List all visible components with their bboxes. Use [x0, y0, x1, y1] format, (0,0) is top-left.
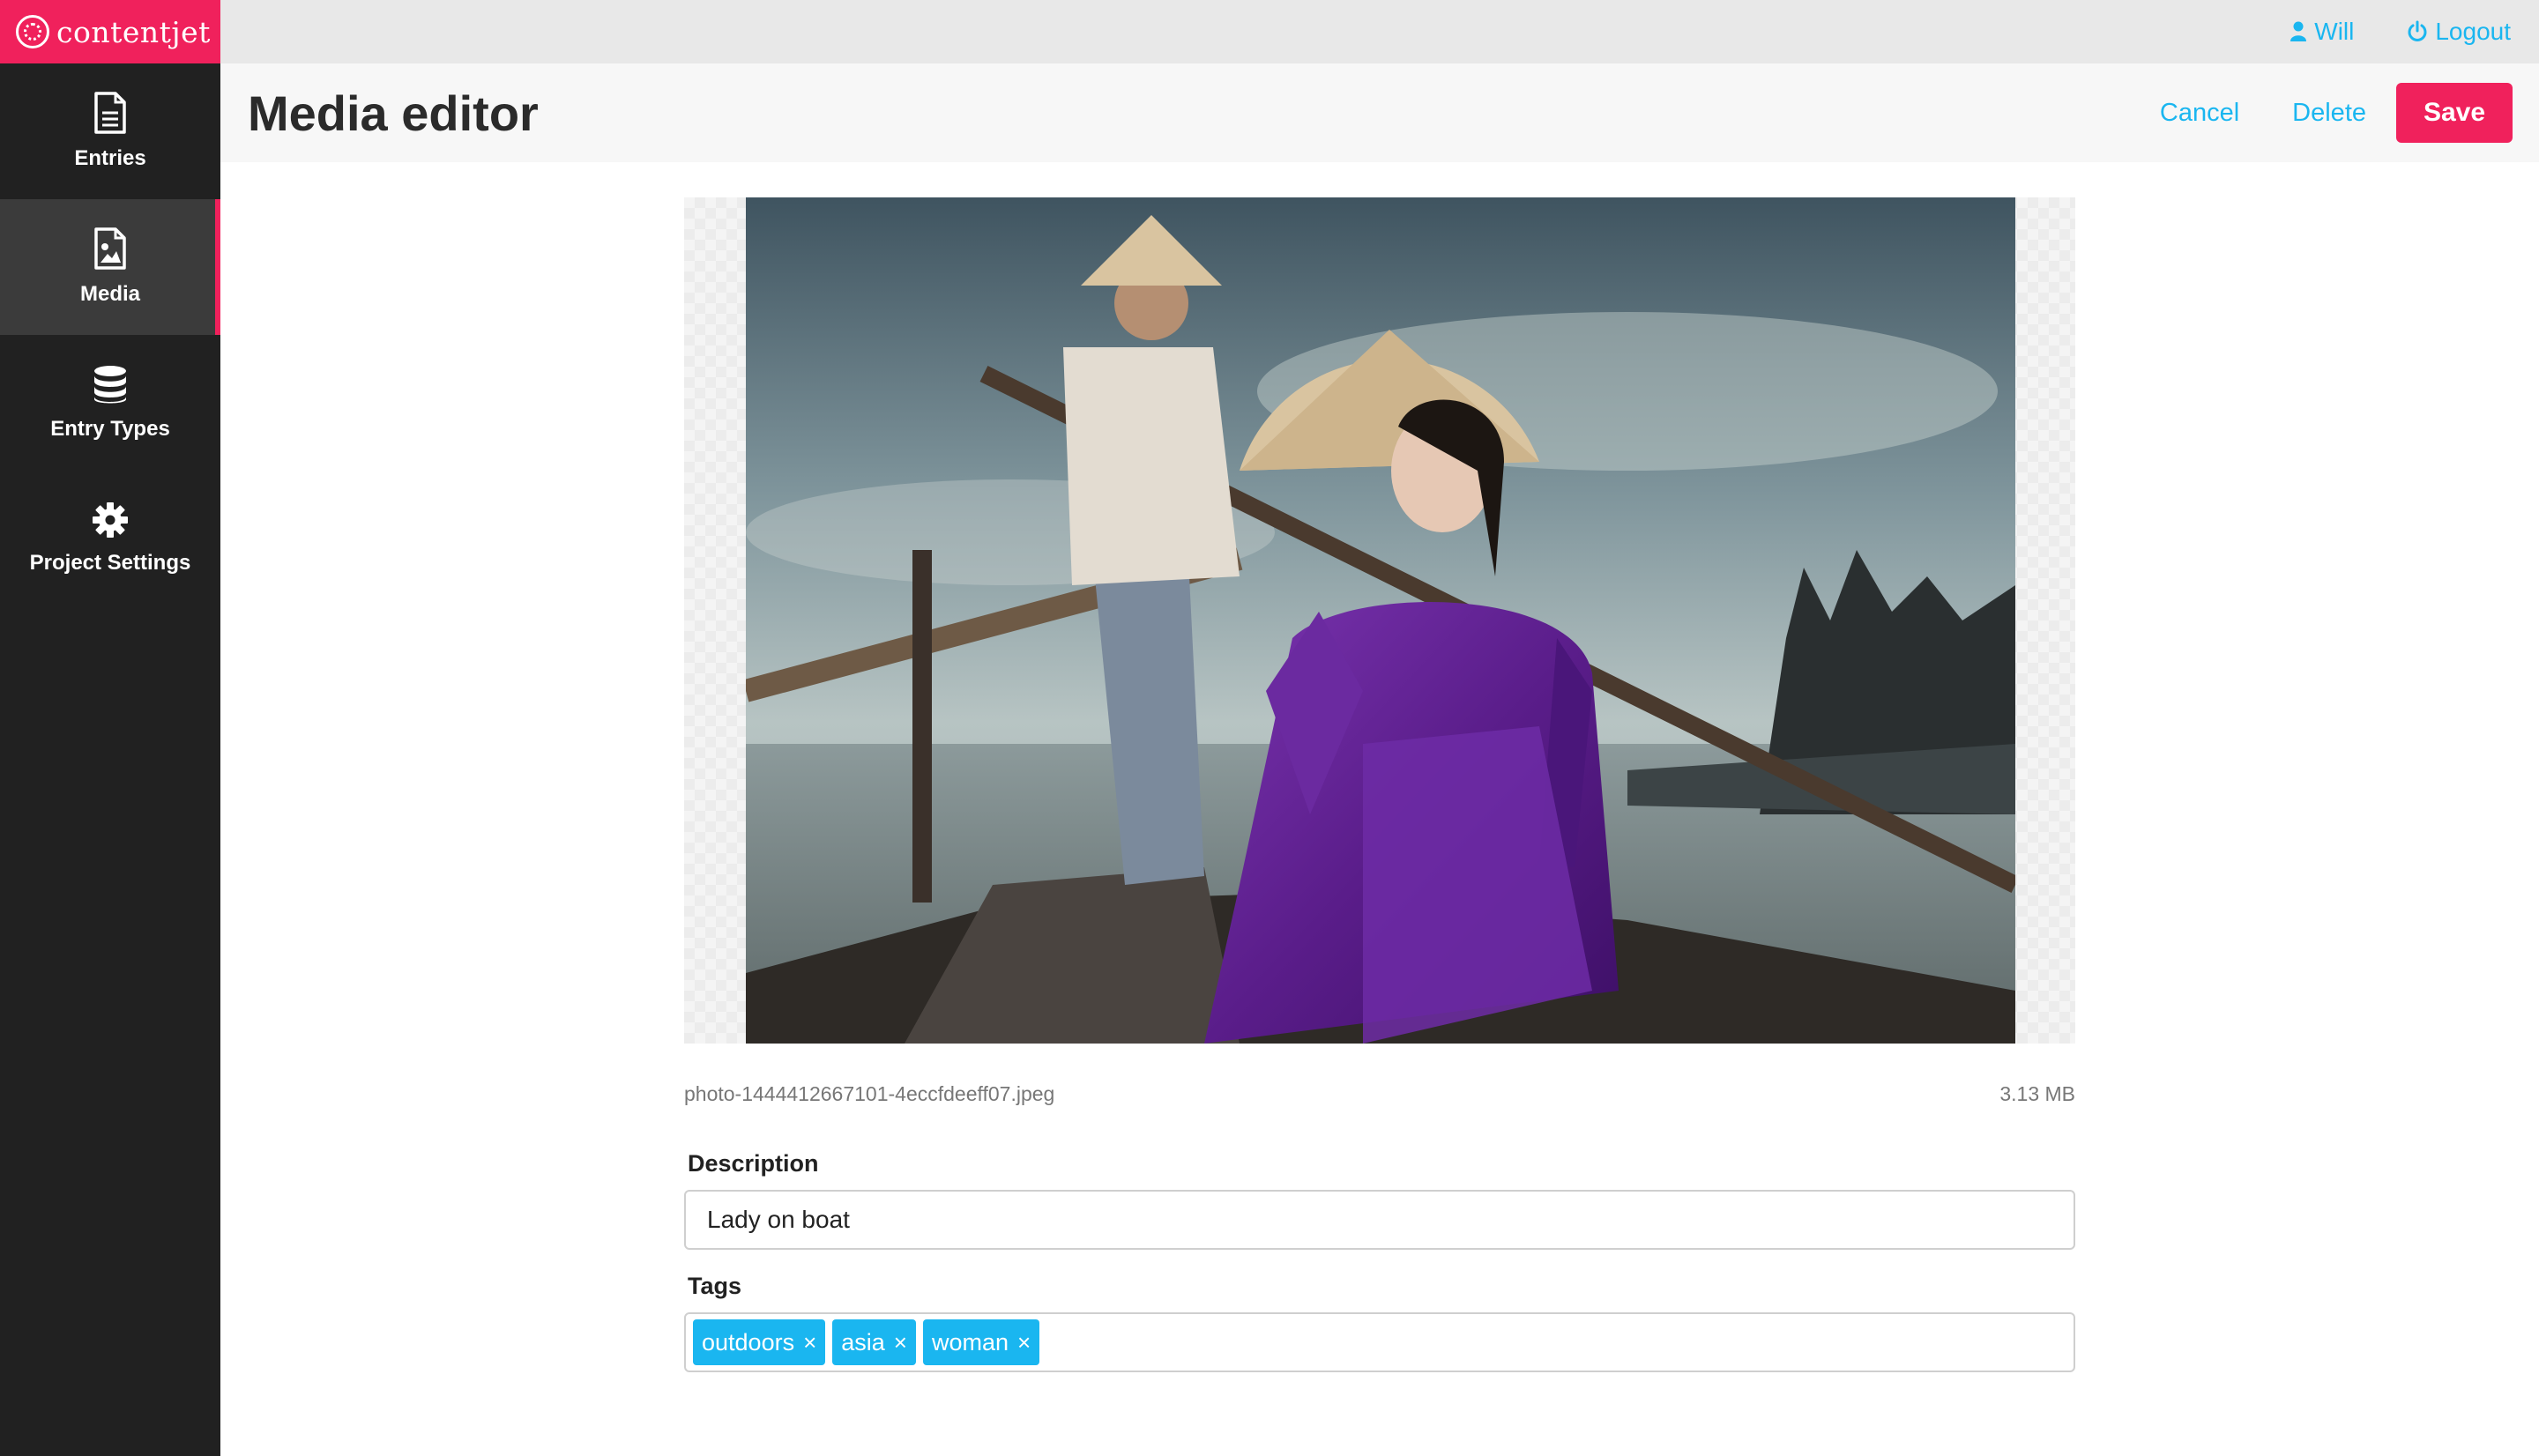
- top-bar: Will Logout: [220, 0, 2539, 63]
- sidebar: contentjet Entries Media Entry Types Pro…: [0, 0, 220, 1456]
- media-filename: photo-1444412667101-4eccfdeeff07.jpeg: [684, 1082, 1055, 1105]
- logout-label: Logout: [2435, 18, 2511, 45]
- contentjet-logo-icon: [16, 15, 49, 48]
- page-title: Media editor: [248, 85, 539, 141]
- description-input[interactable]: Lady on boat: [684, 1190, 2075, 1250]
- media-size: 3.13 MB: [1999, 1082, 2075, 1105]
- media-image: [746, 197, 2015, 1044]
- tag-chip: woman ×: [922, 1319, 1040, 1365]
- media-meta: photo-1444412667101-4eccfdeeff07.jpeg 3.…: [684, 1082, 2075, 1106]
- save-button[interactable]: Save: [2396, 83, 2513, 143]
- tag-label: woman: [931, 1328, 1009, 1356]
- page-header: Media editor Cancel Delete Save: [220, 63, 2539, 162]
- sidebar-item-label: Media: [79, 282, 140, 306]
- user-name: Will: [2314, 18, 2355, 45]
- header-actions: Cancel Delete Save: [2107, 83, 2513, 143]
- tag-chip: asia ×: [832, 1319, 916, 1365]
- user-menu-link[interactable]: Will: [2290, 18, 2354, 46]
- sidebar-item-entries[interactable]: Entries: [0, 63, 220, 199]
- sidebar-item-media[interactable]: Media: [0, 199, 220, 335]
- image-file-icon: [94, 227, 126, 270]
- media-preview: [684, 197, 2075, 1044]
- user-icon: [2290, 21, 2307, 41]
- database-icon: [94, 366, 126, 404]
- sidebar-item-entry-types[interactable]: Entry Types: [0, 335, 220, 471]
- tag-remove-icon[interactable]: ×: [803, 1329, 816, 1356]
- description-label: Description: [688, 1150, 819, 1177]
- media-editor-content: photo-1444412667101-4eccfdeeff07.jpeg 3.…: [684, 197, 2075, 1372]
- tags-label: Tags: [688, 1273, 742, 1299]
- sidebar-item-project-settings[interactable]: Project Settings: [0, 471, 220, 606]
- document-icon: [94, 92, 126, 134]
- brand-name: contentjet: [56, 14, 211, 49]
- sidebar-item-label: Entry Types: [50, 417, 170, 441]
- tags-input[interactable]: outdoors × asia × woman ×: [684, 1312, 2075, 1372]
- tag-remove-icon[interactable]: ×: [1017, 1329, 1031, 1356]
- sidebar-item-label: Entries: [74, 146, 146, 170]
- cancel-button[interactable]: Cancel: [2160, 99, 2239, 128]
- tag-label: outdoors: [702, 1328, 795, 1356]
- sidebar-item-label: Project Settings: [29, 551, 191, 575]
- gear-icon: [93, 502, 128, 538]
- delete-button[interactable]: Delete: [2292, 99, 2366, 128]
- tag-remove-icon[interactable]: ×: [894, 1329, 907, 1356]
- tag-chip: outdoors ×: [693, 1319, 826, 1365]
- tag-label: asia: [841, 1328, 885, 1356]
- power-icon: [2408, 20, 2427, 41]
- logout-link[interactable]: Logout: [2407, 18, 2511, 46]
- brand-logo[interactable]: contentjet: [0, 0, 220, 63]
